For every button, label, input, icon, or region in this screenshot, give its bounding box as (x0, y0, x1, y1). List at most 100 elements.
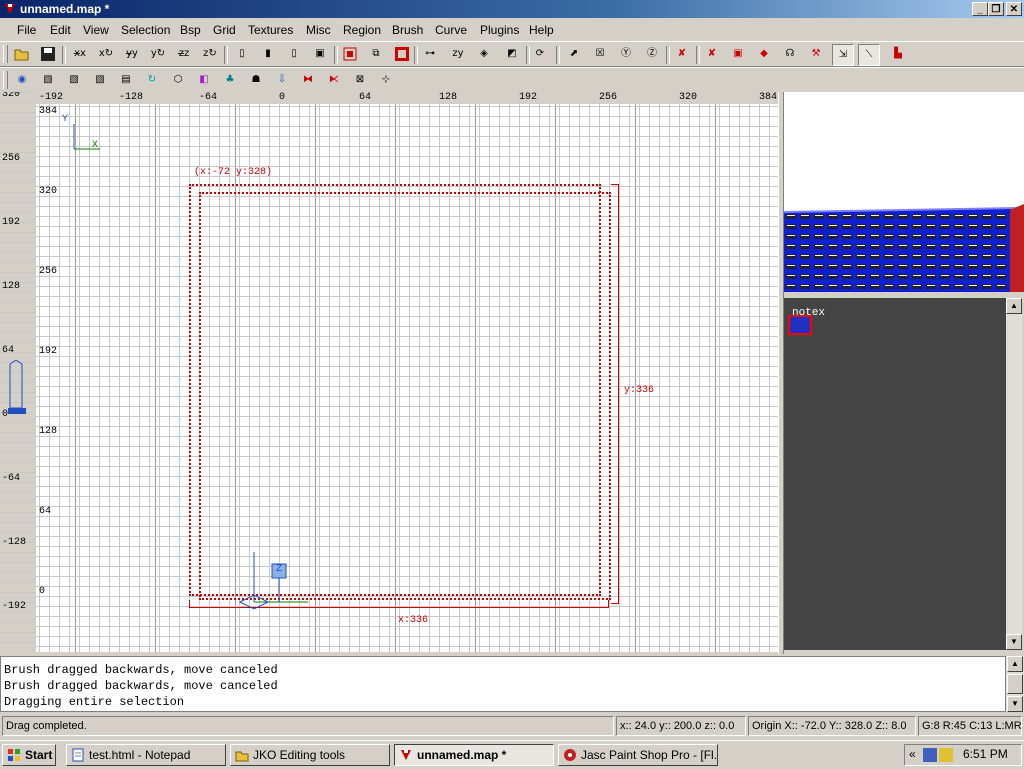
patch-1-icon[interactable]: ▧ (40, 72, 56, 88)
menu-grid[interactable]: Grid (213, 23, 236, 37)
origin-gizmo-icon (238, 552, 308, 610)
toolbar-separator (334, 46, 338, 64)
open-icon[interactable] (14, 46, 30, 62)
show-patch-icon[interactable]: ⚒ (808, 46, 824, 62)
csg-subtract-icon[interactable] (342, 46, 358, 62)
select-touching-icon[interactable]: ▮ (260, 46, 276, 62)
flip-x-icon[interactable]: x̶x (72, 46, 88, 62)
refresh-icon[interactable]: ↻ (144, 72, 160, 88)
flip-red-icon[interactable]: ⧓ (300, 72, 316, 88)
patch-tool-icon[interactable]: ▙ (890, 46, 906, 62)
select-partial-tall-icon[interactable]: ▯ (286, 46, 302, 62)
tray-expand-icon[interactable]: « (909, 747, 916, 761)
clipper-icon[interactable]: ◈ (476, 46, 492, 62)
view-z-icon[interactable]: Ⓩ (644, 46, 660, 62)
menu-edit[interactable]: Edit (50, 23, 71, 37)
refresh-textures-icon[interactable]: ⟳ (532, 46, 548, 62)
mirror-icon[interactable]: ⧔ (326, 72, 342, 88)
scale-icon[interactable]: ⊶ (422, 46, 438, 62)
hexagon-icon[interactable]: ⬡ (170, 72, 186, 88)
entity-monster-icon[interactable]: ☗ (248, 72, 264, 88)
scroll-down-icon[interactable]: ▼ (1007, 696, 1023, 712)
task-paint-shop-pro[interactable]: Jasc Paint Shop Pro - [Fl... (558, 744, 718, 766)
task-unnamed-map[interactable]: unnamed.map * (394, 744, 554, 766)
menu-view[interactable]: View (83, 23, 109, 37)
rotate-z-icon[interactable]: z↻ (202, 46, 218, 62)
x-box-icon[interactable]: ⊠ (352, 72, 368, 88)
maximize-button[interactable]: ❐ (988, 2, 1004, 16)
minimize-button[interactable]: _ (972, 2, 988, 16)
hollow-icon[interactable] (394, 46, 410, 62)
ruler-label: 256 (599, 92, 618, 103)
dont-select-model-icon[interactable]: ⇲ (832, 44, 854, 66)
drop-icon[interactable]: ⇩ (274, 72, 290, 88)
scroll-thumb[interactable] (1007, 674, 1023, 694)
texture-icon[interactable]: ◧ (196, 72, 212, 88)
ruler-label: -192 (2, 601, 27, 612)
menu-selection[interactable]: Selection (121, 23, 170, 37)
patch-3-icon[interactable]: ▧ (92, 72, 108, 88)
scroll-up-icon[interactable]: ▲ (1006, 298, 1022, 314)
title-bar[interactable]: unnamed.map * _ ❐ ✕ (0, 0, 1024, 18)
ruler-label: 192 (2, 217, 21, 228)
rotate-x-icon[interactable]: x↻ (98, 46, 114, 62)
make-detail-icon[interactable]: ✘ (674, 46, 690, 62)
misc-tool-icon[interactable]: ⊹ (378, 72, 394, 88)
menu-brush[interactable]: Brush (392, 23, 423, 37)
task-notepad[interactable]: test.html - Notepad (66, 744, 226, 766)
view-x-icon[interactable]: ☒ (592, 46, 608, 62)
app-icon (5, 4, 15, 14)
view-y-icon[interactable]: Ⓨ (618, 46, 634, 62)
ruler-label: -128 (119, 92, 144, 103)
select-inside-icon[interactable]: ▣ (312, 46, 328, 62)
csg-merge-icon[interactable]: ⧉ (368, 46, 384, 62)
ruler-label: -64 (2, 473, 21, 484)
start-button[interactable]: Start (2, 744, 56, 766)
toolbar-grip[interactable] (3, 45, 8, 63)
menu-curve[interactable]: Curve (435, 23, 467, 37)
texture-scrollbar[interactable]: ▲ ▼ (1006, 298, 1022, 650)
texture-lock-icon[interactable]: ▣ (730, 46, 746, 62)
menu-misc[interactable]: Misc (306, 23, 331, 37)
menu-plugins[interactable]: Plugins (480, 23, 519, 37)
camera-3d-view[interactable] (784, 92, 1024, 292)
rotate-y-icon[interactable]: y↻ (150, 46, 166, 62)
clock: 6:51 PM (963, 747, 1008, 761)
camera-clip-icon[interactable]: zy (450, 46, 466, 62)
ruler-label: 256 (2, 153, 21, 164)
task-jko-tools[interactable]: JKO Editing tools (230, 744, 390, 766)
menu-textures[interactable]: Textures (248, 23, 293, 37)
vertical-ruler: 320 256 192 128 64 0 -64 -128 -192 (0, 92, 36, 652)
scroll-up-icon[interactable]: ▲ (1007, 656, 1023, 672)
rotate-lock-icon[interactable]: ◆ (756, 46, 772, 62)
menu-help[interactable]: Help (529, 23, 554, 37)
make-structural-icon[interactable]: ✘ (704, 46, 720, 62)
save-icon[interactable] (40, 46, 56, 62)
console-output[interactable]: Brush dragged backwards, move canceled B… (0, 656, 1006, 712)
texture-thumbnail[interactable] (788, 315, 812, 335)
face-edit-icon[interactable]: ◩ (504, 46, 520, 62)
flip-y-icon[interactable]: y̶y (124, 46, 140, 62)
patch-2-icon[interactable]: ▧ (66, 72, 82, 88)
xy-grid-view[interactable]: 384 320 256 192 128 64 0 Y X (x:-72 y:32… (36, 104, 778, 652)
toolbar-separator (696, 46, 700, 64)
menu-bsp[interactable]: Bsp (180, 23, 201, 37)
select-complete-tall-icon[interactable]: ▯ (234, 46, 250, 62)
dont-select-curve-icon[interactable]: ⟍ (858, 44, 880, 66)
scroll-down-icon[interactable]: ▼ (1006, 634, 1022, 650)
flip-z-icon[interactable]: z̶z (176, 46, 192, 62)
close-button[interactable]: ✕ (1006, 2, 1022, 16)
patch-4-icon[interactable]: ▤ (118, 72, 134, 88)
brush-prefs-icon[interactable]: ◉ (14, 72, 30, 88)
tray-app-icon[interactable] (939, 748, 953, 762)
tree-icon[interactable]: ♣ (222, 72, 238, 88)
network-icon[interactable] (923, 748, 937, 762)
texture-browser[interactable]: notex (784, 298, 1006, 650)
menu-region[interactable]: Region (343, 23, 381, 37)
toolbar-grip[interactable] (3, 71, 8, 89)
console-scrollbar[interactable]: ▲ ▼ (1006, 656, 1024, 712)
entity-icon[interactable]: ☊ (782, 46, 798, 62)
status-coords: x:: 24.0 y:: 200.0 z:: 0.0 (616, 716, 746, 736)
view-change-icon[interactable]: ⬈ (566, 46, 582, 62)
menu-file[interactable]: File (17, 23, 36, 37)
